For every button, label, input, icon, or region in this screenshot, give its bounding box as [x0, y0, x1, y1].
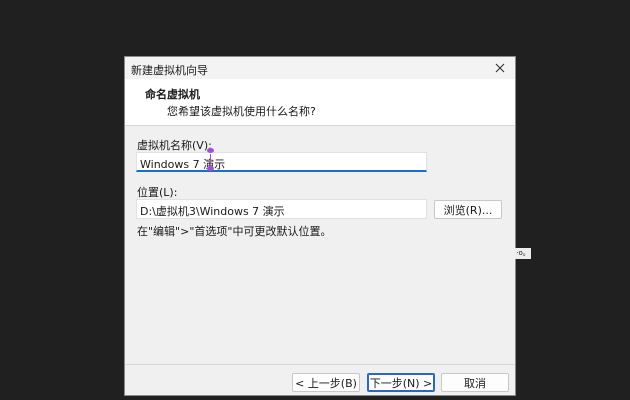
close-icon: [495, 63, 505, 73]
background-window-fragment: ·o。: [515, 248, 531, 259]
next-button[interactable]: 下一步(N) >: [367, 373, 435, 392]
location-value: D:\虚拟机3\Windows 7 演示: [140, 205, 285, 218]
close-button[interactable]: [485, 57, 515, 79]
footer-separator: [125, 364, 515, 365]
page-subtitle: 您希望该虚拟机使用什么名称?: [167, 105, 316, 118]
caret-bottom-handle: [207, 166, 214, 171]
vm-name-input[interactable]: Windows 7 演示: [136, 152, 427, 172]
text-caret: [210, 154, 211, 165]
location-input[interactable]: D:\虚拟机3\Windows 7 演示: [136, 199, 427, 219]
browse-button[interactable]: 浏览(R)...: [434, 200, 502, 219]
page-title: 命名虚拟机: [145, 88, 200, 101]
location-label: 位置(L):: [137, 186, 178, 199]
header-panel: 命名虚拟机 您希望该虚拟机使用什么名称?: [125, 79, 515, 126]
title-bar: 新建虚拟机向导: [125, 57, 515, 79]
location-hint: 在"编辑">"首选项"中可更改默认位置。: [137, 225, 332, 238]
back-button[interactable]: < 上一步(B): [292, 373, 360, 392]
cancel-button[interactable]: 取消: [441, 373, 509, 392]
vm-name-label: 虚拟机名称(V):: [137, 139, 212, 152]
caret-top-handle: [207, 148, 214, 153]
window-title: 新建虚拟机向导: [131, 64, 208, 77]
new-vm-wizard-dialog: 新建虚拟机向导 命名虚拟机 您希望该虚拟机使用什么名称? 虚拟机名称(V): W…: [124, 56, 516, 396]
